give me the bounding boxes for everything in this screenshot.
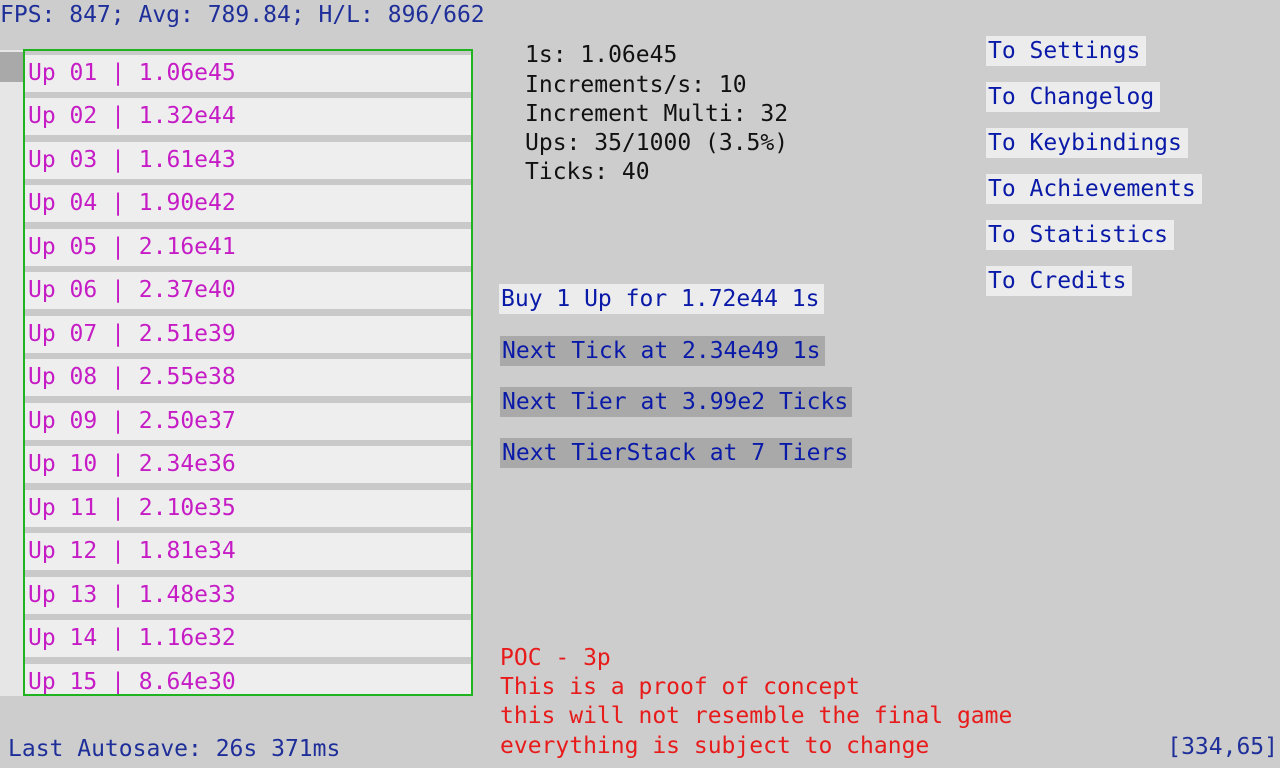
fps-readout: FPS: 847; Avg: 789.84; H/L: 896/662 xyxy=(0,2,485,28)
next-tierstack-button[interactable]: Next TierStack at 7 Tiers xyxy=(500,438,853,468)
up-row-09[interactable]: Up 09 | 2.50e37 xyxy=(25,403,471,440)
up-row-04[interactable]: Up 04 | 1.90e42 xyxy=(25,185,471,222)
up-row-05[interactable]: Up 05 | 2.16e41 xyxy=(25,229,471,266)
up-row-14[interactable]: Up 14 | 1.16e32 xyxy=(25,620,471,657)
buy-up-button[interactable]: Buy 1 Up for 1.72e44 1s xyxy=(499,284,824,314)
to-achievements-button[interactable]: To Achievements xyxy=(986,174,1202,204)
to-credits-button[interactable]: To Credits xyxy=(986,266,1133,296)
up-row-10[interactable]: Up 10 | 2.34e36 xyxy=(25,446,471,483)
to-changelog-button[interactable]: To Changelog xyxy=(986,82,1161,112)
up-row-15[interactable]: Up 15 | 8.64e30 xyxy=(25,664,471,694)
ups-list[interactable]: Up 01 | 1.06e45 Up 02 | 1.32e44 Up 03 | … xyxy=(23,49,473,696)
up-row-06[interactable]: Up 06 | 2.37e40 xyxy=(25,272,471,309)
up-row-01[interactable]: Up 01 | 1.06e45 xyxy=(25,55,471,92)
to-settings-button[interactable]: To Settings xyxy=(986,36,1147,66)
last-autosave-text: Last Autosave: 26s 371ms xyxy=(8,736,341,762)
next-tier-button[interactable]: Next Tier at 3.99e2 Ticks xyxy=(500,387,853,417)
up-row-11[interactable]: Up 11 | 2.10e35 xyxy=(25,490,471,527)
ups-scrollbar-thumb[interactable] xyxy=(0,52,23,82)
poc-note-line-3: everything is subject to change xyxy=(500,733,930,759)
ups-scrollbar-track[interactable] xyxy=(0,50,23,696)
up-row-13[interactable]: Up 13 | 1.48e33 xyxy=(25,577,471,614)
up-row-02[interactable]: Up 02 | 1.32e44 xyxy=(25,98,471,135)
poc-title: POC - 3p xyxy=(500,645,611,671)
increments-stat: Increments/s: 10 xyxy=(525,72,747,98)
poc-note-line-1: This is a proof of concept xyxy=(500,674,861,700)
up-row-03[interactable]: Up 03 | 1.61e43 xyxy=(25,142,471,179)
to-statistics-button[interactable]: To Statistics xyxy=(986,220,1175,250)
next-tick-button[interactable]: Next Tick at 2.34e49 1s xyxy=(500,336,825,366)
ticks-stat: Ticks: 40 xyxy=(525,159,650,185)
ones-stat: 1s: 1.06e45 xyxy=(525,42,678,68)
up-row-12[interactable]: Up 12 | 1.81e34 xyxy=(25,533,471,570)
poc-note-line-2: this will not resemble the final game xyxy=(500,703,1013,729)
cursor-coordinates: [334,65] xyxy=(1167,734,1278,760)
ups-stat: Ups: 35/1000 (3.5%) xyxy=(525,130,789,156)
up-row-07[interactable]: Up 07 | 2.51e39 xyxy=(25,316,471,353)
increment-multi-stat: Increment Multi: 32 xyxy=(525,101,789,127)
to-keybindings-button[interactable]: To Keybindings xyxy=(986,128,1188,158)
up-row-08[interactable]: Up 08 | 2.55e38 xyxy=(25,359,471,396)
